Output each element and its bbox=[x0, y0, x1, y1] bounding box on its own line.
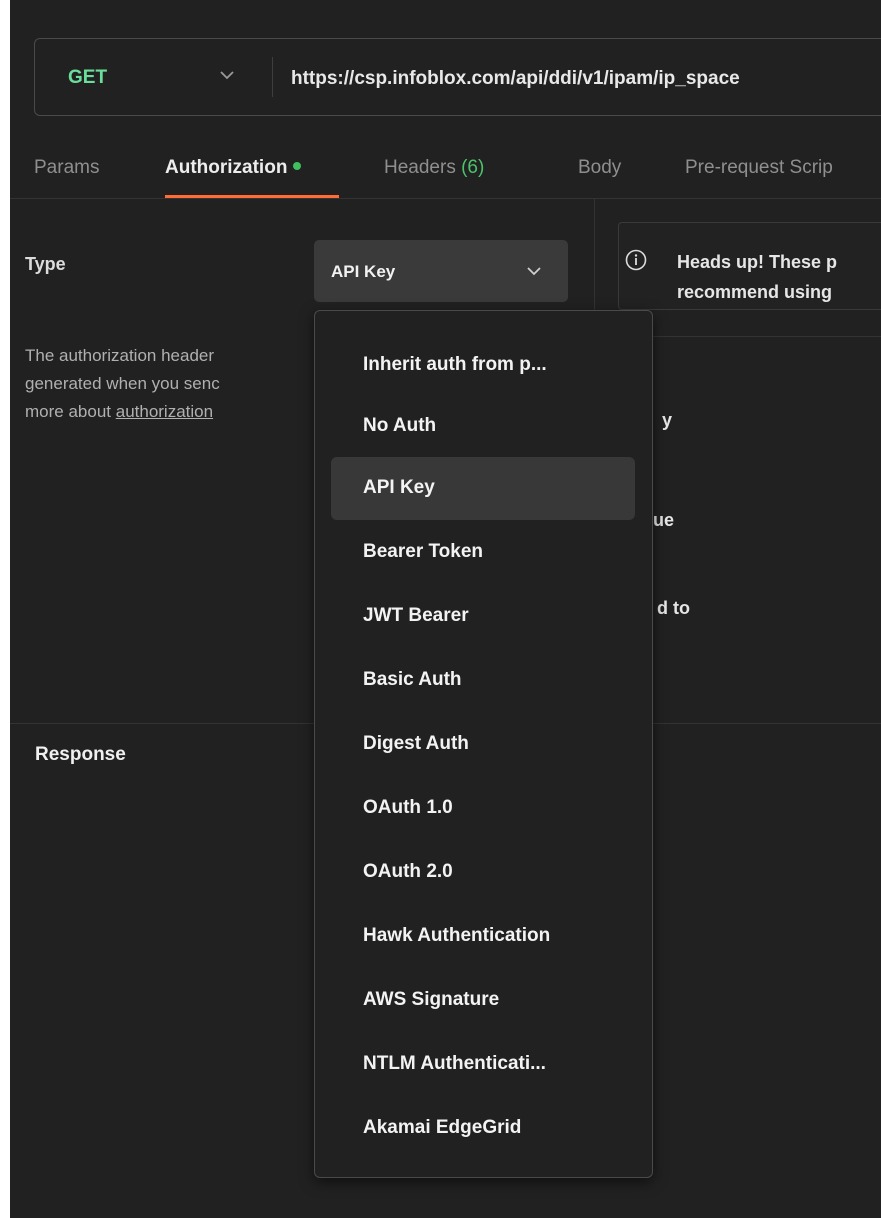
auth-type-menu: Inherit auth from p... No Auth API Key B… bbox=[314, 310, 653, 1178]
menu-item-label: NTLM Authenticati... bbox=[363, 1053, 546, 1074]
chevron-down-icon[interactable] bbox=[218, 69, 236, 81]
menu-item-api-key[interactable]: API Key bbox=[331, 457, 635, 520]
tab-authorization[interactable]: Authorization bbox=[165, 157, 302, 179]
menu-item-label: Digest Auth bbox=[363, 733, 469, 754]
menu-item-no-auth[interactable]: No Auth bbox=[331, 395, 635, 458]
add-to-label: d to bbox=[657, 598, 690, 618]
notice-text: Heads up! These p recommend using bbox=[677, 247, 837, 307]
menu-item-label: API Key bbox=[363, 477, 435, 498]
description-line: The authorization header bbox=[25, 346, 215, 365]
menu-item-jwt-bearer[interactable]: JWT Bearer bbox=[331, 585, 635, 648]
auth-description: The authorization header generated when … bbox=[25, 342, 325, 426]
value-label: ue bbox=[653, 510, 675, 530]
status-dot bbox=[293, 161, 302, 170]
menu-item-label: OAuth 2.0 bbox=[363, 861, 453, 882]
headers-count: (6) bbox=[461, 157, 485, 178]
menu-item-oauth-2[interactable]: OAuth 2.0 bbox=[331, 841, 635, 904]
menu-item-basic-auth[interactable]: Basic Auth bbox=[331, 649, 635, 712]
chevron-down-icon bbox=[527, 267, 541, 276]
info-icon bbox=[625, 249, 647, 271]
tab-headers[interactable]: Headers (6) bbox=[384, 157, 484, 179]
tab-headers-label: Headers bbox=[384, 157, 456, 178]
menu-item-label: JWT Bearer bbox=[363, 605, 469, 626]
auth-type-select[interactable]: API Key bbox=[314, 240, 568, 302]
menu-item-ntlm-authentication[interactable]: NTLM Authenticati... bbox=[331, 1033, 635, 1096]
key-label: y bbox=[662, 410, 673, 430]
url-input[interactable]: https://csp.infoblox.com/api/ddi/v1/ipam… bbox=[291, 68, 740, 90]
request-tabs: Params Authorization Headers (6) Body Pr… bbox=[10, 145, 881, 199]
tab-params[interactable]: Params bbox=[34, 157, 99, 179]
response-label: Response bbox=[35, 744, 126, 765]
description-line: more about authorization bbox=[25, 398, 325, 426]
url-bar: GET https://csp.infoblox.com/api/ddi/v1/… bbox=[34, 38, 881, 116]
right-panel-divider bbox=[618, 336, 881, 337]
menu-item-label: Akamai EdgeGrid bbox=[363, 1117, 522, 1138]
type-label: Type bbox=[25, 254, 66, 274]
menu-item-label: Inherit auth from p... bbox=[363, 354, 547, 375]
auth-type-value: API Key bbox=[331, 262, 396, 281]
menu-item-oauth-1[interactable]: OAuth 1.0 bbox=[331, 777, 635, 840]
menu-item-hawk-authentication[interactable]: Hawk Authentication bbox=[331, 905, 635, 968]
menu-item-label: Hawk Authentication bbox=[363, 925, 551, 946]
menu-item-akamai-edgegrid[interactable]: Akamai EdgeGrid bbox=[331, 1097, 635, 1160]
menu-item-label: Basic Auth bbox=[363, 669, 462, 690]
authorization-link[interactable]: authorization bbox=[116, 402, 213, 421]
heads-up-notice: Heads up! These p recommend using bbox=[618, 222, 881, 310]
tab-authorization-label: Authorization bbox=[165, 157, 288, 178]
description-text: more about bbox=[25, 402, 116, 421]
notice-line: Heads up! These p bbox=[677, 252, 838, 272]
menu-item-label: Bearer Token bbox=[363, 541, 484, 562]
menu-item-inherit-auth[interactable]: Inherit auth from p... bbox=[331, 334, 635, 397]
method-select[interactable]: GET bbox=[68, 67, 107, 89]
menu-item-label: OAuth 1.0 bbox=[363, 797, 453, 818]
menu-item-digest-auth[interactable]: Digest Auth bbox=[331, 713, 635, 776]
menu-item-aws-signature[interactable]: AWS Signature bbox=[331, 969, 635, 1032]
menu-item-bearer-token[interactable]: Bearer Token bbox=[331, 521, 635, 584]
notice-line: recommend using bbox=[677, 282, 833, 302]
request-editor: GET https://csp.infoblox.com/api/ddi/v1/… bbox=[10, 0, 881, 1218]
tab-body[interactable]: Body bbox=[578, 157, 621, 179]
description-line: generated when you senc bbox=[25, 374, 220, 393]
menu-item-label: AWS Signature bbox=[363, 989, 500, 1010]
tabs-divider bbox=[10, 198, 881, 199]
tab-pre-request-script[interactable]: Pre-request Scrip bbox=[685, 157, 833, 179]
url-divider bbox=[272, 57, 273, 97]
menu-item-label: No Auth bbox=[363, 415, 437, 436]
